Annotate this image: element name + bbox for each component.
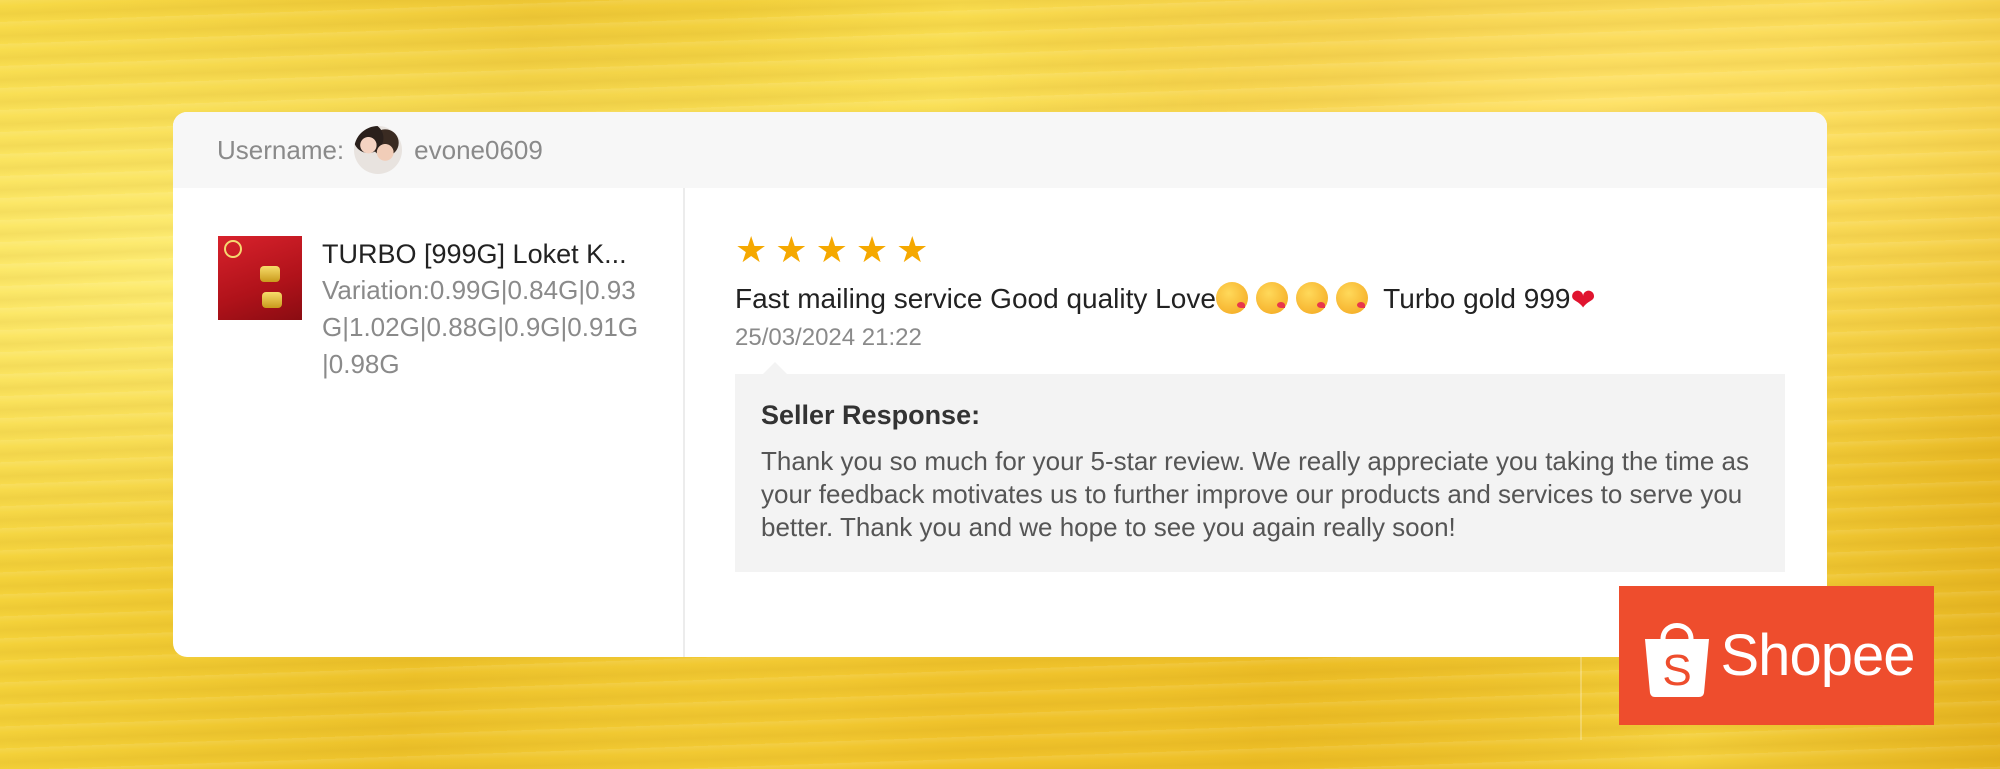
- product-title[interactable]: TURBO [999G] Loket K...: [322, 236, 642, 272]
- seller-response-box: Seller Response: Thank you so much for y…: [735, 362, 1785, 572]
- gold-coin-icon: [260, 266, 280, 282]
- seller-response-text: Thank you so much for your 5-star review…: [761, 446, 1749, 542]
- star-icon: ★: [896, 229, 929, 270]
- avatar[interactable]: [354, 126, 403, 174]
- review-body: TURBO [999G] Loket K... Variation:0.99G|…: [173, 188, 1827, 657]
- shopee-logo-inner: S Shopee: [1639, 613, 1915, 699]
- seller-response-title: Seller Response:: [761, 400, 981, 430]
- review-text-main: Fast mailing service Good quality Love: [735, 283, 1216, 314]
- star-icon: ★: [735, 229, 768, 270]
- kissing-face-emoji-icon: [1215, 282, 1248, 314]
- svg-text:S: S: [1662, 646, 1691, 695]
- shopping-bag-icon: S: [1644, 622, 1709, 697]
- star-icon: ★: [855, 229, 889, 270]
- username[interactable]: evone0609: [414, 135, 543, 166]
- kissing-face-emoji-icon: [1335, 282, 1368, 314]
- product-panel: TURBO [999G] Loket K... Variation:0.99G|…: [173, 188, 685, 657]
- product-variation: Variation:0.99G|0.84G|0.93G|1.02G|0.88G|…: [322, 275, 639, 379]
- red-heart-icon: ❤: [1570, 284, 1596, 317]
- star-icon: ★: [815, 229, 848, 270]
- product-thumbnail[interactable]: [218, 236, 302, 320]
- gold-coin-icon: [262, 292, 282, 308]
- username-label: Username:: [217, 134, 345, 165]
- star-rating: ★ ★ ★ ★ ★: [735, 232, 1785, 268]
- gift-ribbon-icon: [224, 240, 242, 258]
- divider: [1580, 580, 1582, 740]
- review-text: Fast mailing service Good quality Love T…: [735, 280, 1785, 320]
- kissing-face-emoji-icon: [1295, 282, 1328, 314]
- review-header: Username: evone0609: [173, 112, 1827, 188]
- review-date: 25/03/2024 21:22: [735, 324, 922, 351]
- product-info: TURBO [999G] Loket K... Variation:0.99G|…: [322, 236, 642, 383]
- shopee-wordmark: Shopee: [1720, 623, 1916, 688]
- shopee-logo: S Shopee: [1619, 586, 1934, 725]
- review-card: Username: evone0609 TURBO [999G] Loket K…: [173, 112, 1827, 657]
- review-text-end: Turbo gold 999: [1375, 283, 1571, 314]
- star-icon: ★: [775, 229, 808, 270]
- kissing-face-emoji-icon: [1255, 282, 1288, 314]
